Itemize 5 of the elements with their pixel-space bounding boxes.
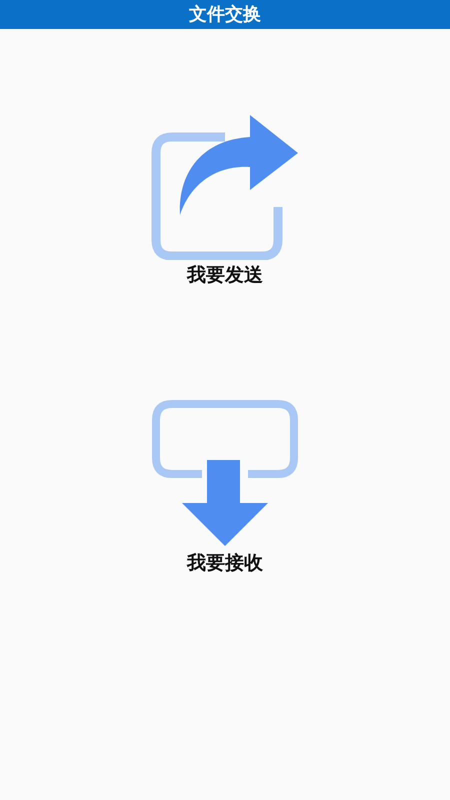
- download-arrow-icon: [152, 400, 298, 548]
- receive-button[interactable]: 我要接收: [152, 400, 298, 576]
- title: 文件交换: [189, 2, 261, 26]
- send-button[interactable]: 我要发送: [150, 115, 300, 288]
- share-arrow-icon: [150, 115, 300, 260]
